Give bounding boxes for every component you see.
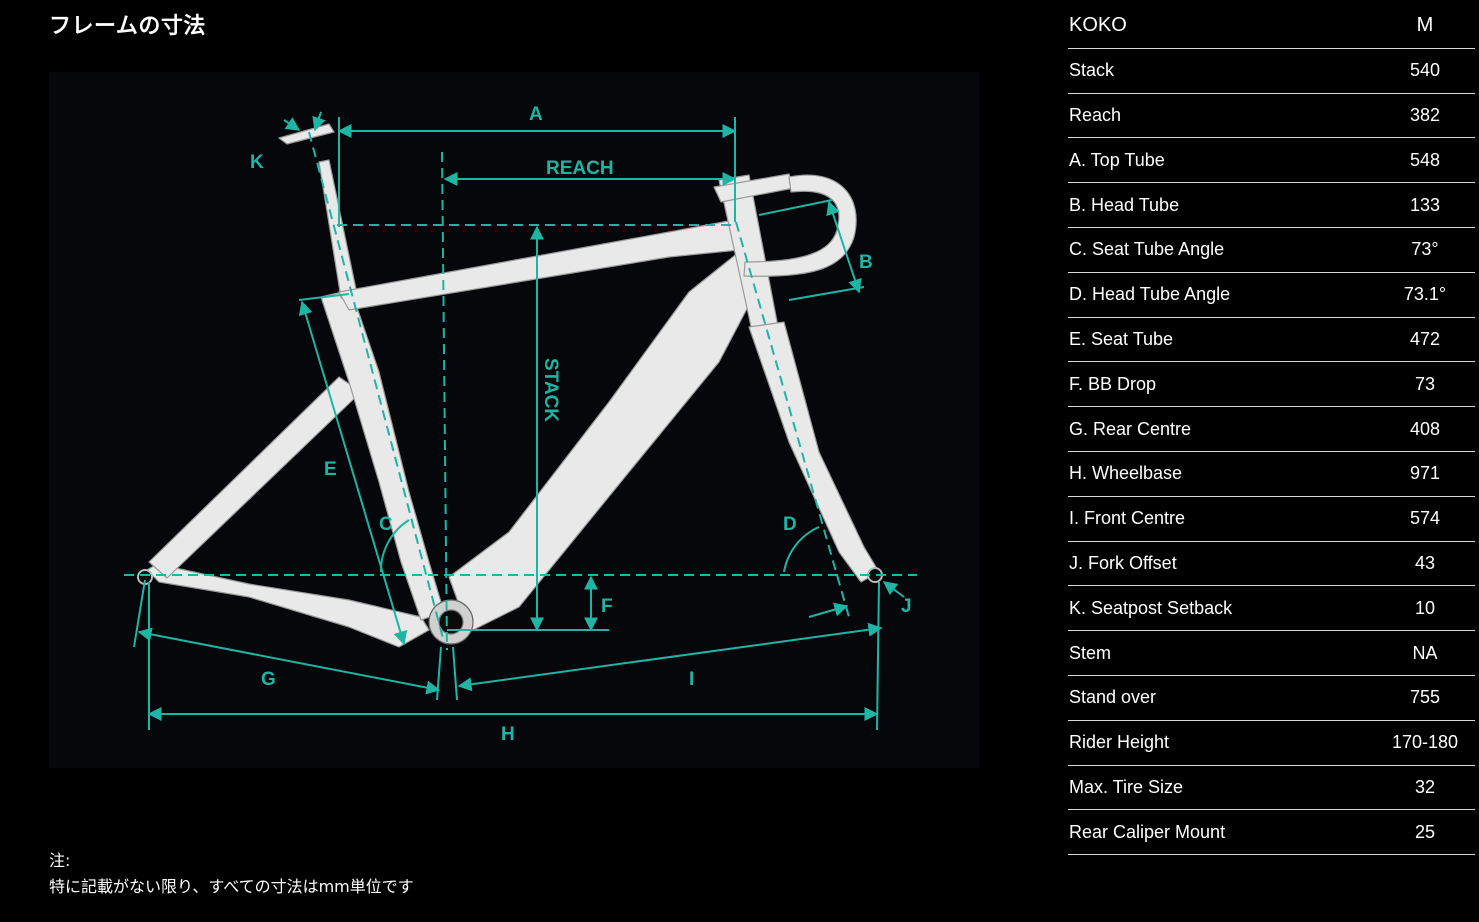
table-row: I. Front Centre 574 [1068,496,1475,542]
seatpost-clamp [278,123,335,145]
label-e: E [324,459,337,480]
spec-label: B. Head Tube [1068,182,1375,228]
table-row: E. Seat Tube 472 [1068,317,1475,363]
table-row: F. BB Drop 73 [1068,361,1475,408]
note-heading: 注: [49,851,71,870]
spec-value: 548 [1375,137,1475,184]
label-j: J [901,596,912,617]
chainstay [146,563,430,648]
spec-value: 540 [1375,48,1475,94]
table-header-row: KOKO M [1068,4,1475,49]
spec-label: I. Front Centre [1068,496,1375,542]
table-row: Max. Tire Size 32 [1068,765,1475,811]
dimension-labels: A REACH STACK B C D E F G H I J K [250,104,912,745]
geometry-table-body: Stack 540 Reach 382 A. Top Tube 548 B. Head Tu… [1068,48,1475,856]
spec-label: H. Wheelbase [1068,451,1375,497]
label-stack: STACK [540,358,561,422]
spec-value: 574 [1375,496,1475,542]
size-header: M [1375,4,1475,49]
spec-label: Rear Caliper Mount [1068,809,1375,856]
spec-value: 971 [1375,451,1475,497]
spec-label: Rider Height [1068,720,1375,766]
spec-label: E. Seat Tube [1068,317,1375,363]
spec-label: Reach [1068,93,1375,139]
label-h: H [501,724,515,745]
label-a: A [529,104,543,125]
spec-value: 73.1° [1375,272,1475,318]
table-row: Reach 382 [1068,93,1475,139]
spec-label: J. Fork Offset [1068,541,1375,587]
table-row: J. Fork Offset 43 [1068,541,1475,587]
spec-label: A. Top Tube [1068,137,1375,184]
spec-value: 43 [1375,541,1475,587]
spec-label: G. Rear Centre [1068,406,1375,452]
footnote: 注: 特に記載がない限り、すべての寸法はmm単位です [49,848,414,900]
spec-value: 170-180 [1375,720,1475,766]
table-row: A. Top Tube 548 [1068,137,1475,184]
label-f: F [601,596,613,617]
spec-label: Stand over [1068,675,1375,721]
label-reach: REACH [546,158,614,179]
spec-value: 133 [1375,182,1475,228]
table-row: G. Rear Centre 408 [1068,406,1475,452]
spec-value: 25 [1375,809,1475,856]
spec-label: K. Seatpost Setback [1068,585,1375,632]
label-c: C [379,514,393,535]
table-row: Stand over 755 [1068,675,1475,721]
top-tube [338,219,740,311]
table-row: Rear Caliper Mount 25 [1068,809,1475,856]
table-row: K. Seatpost Setback 10 [1068,585,1475,632]
spec-value: 408 [1375,406,1475,452]
spec-label: D. Head Tube Angle [1068,272,1375,318]
spec-value: 10 [1375,585,1475,632]
spec-value: 382 [1375,93,1475,139]
spec-label: Stack [1068,48,1375,94]
table-row: Stem NA [1068,630,1475,676]
table-row: B. Head Tube 133 [1068,182,1475,228]
geometry-table: KOKO M Stack 540 Reach 382 A. Top Tube 548 B. … [1068,4,1475,856]
spec-label: Max. Tire Size [1068,765,1375,811]
spec-value: 755 [1375,675,1475,721]
table-row: H. Wheelbase 971 [1068,451,1475,497]
spec-label: C. Seat Tube Angle [1068,227,1375,273]
spec-value: 472 [1375,317,1475,363]
model-name: KOKO [1068,4,1375,49]
bike-frame-drawing [137,123,883,648]
spec-label: F. BB Drop [1068,361,1375,408]
spec-value: 32 [1375,765,1475,811]
table-row: D. Head Tube Angle 73.1° [1068,272,1475,318]
note-text: 特に記載がない限り、すべての寸法はmm単位です [49,877,414,896]
label-b: B [859,252,873,273]
fork [748,321,880,583]
label-d: D [783,514,797,535]
table-row: C. Seat Tube Angle 73° [1068,227,1475,273]
table-row: Rider Height 170-180 [1068,720,1475,766]
label-i: I [689,669,694,690]
label-g: G [261,669,276,690]
table-row: Stack 540 [1068,48,1475,94]
label-k: K [250,152,264,173]
spec-value: 73° [1375,227,1475,273]
spec-label: Stem [1068,630,1375,676]
spec-value: 73 [1375,361,1475,408]
frame-geometry-diagram: A REACH STACK B C D E F G H I J K [49,72,979,768]
page-title: フレームの寸法 [49,14,206,39]
spec-value: NA [1375,630,1475,676]
